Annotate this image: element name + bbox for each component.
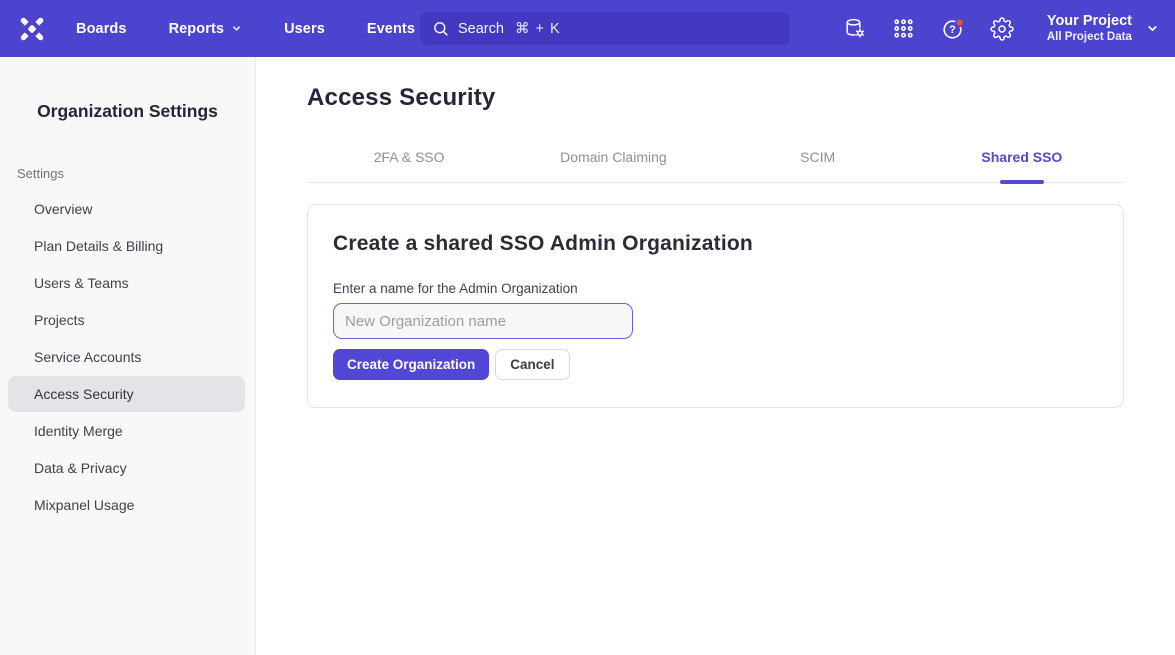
sidebar-item-data-privacy[interactable]: Data & Privacy (8, 450, 245, 486)
topbar-right-cluster: ? Your Project All Project Data (843, 0, 1159, 57)
svg-text:?: ? (949, 24, 956, 36)
top-navigation-bar: Boards Reports Users Events Search ⌘ + K (0, 0, 1175, 57)
page-title: Access Security (307, 84, 1124, 112)
tab-label: Domain Claiming (560, 149, 667, 165)
tab-label: 2FA & SSO (374, 149, 445, 165)
nav-boards-label: Boards (76, 21, 127, 37)
sidebar-item-plan-details-billing[interactable]: Plan Details & Billing (8, 228, 245, 264)
search-placeholder: Search (458, 21, 504, 37)
create-shared-sso-card: Create a shared SSO Admin Organization E… (307, 204, 1124, 408)
nav-boards[interactable]: Boards (76, 21, 127, 37)
sidebar-item-label: Identity Merge (34, 423, 123, 439)
project-name: Your Project (1047, 12, 1132, 30)
tab-2fa-sso[interactable]: 2FA & SSO (307, 139, 511, 182)
cancel-button[interactable]: Cancel (495, 349, 569, 380)
sidebar-item-mixpanel-usage[interactable]: Mixpanel Usage (8, 487, 245, 523)
settings-gear-icon[interactable] (990, 17, 1014, 41)
project-switcher[interactable]: Your Project All Project Data (1047, 12, 1159, 45)
org-name-input[interactable] (333, 303, 633, 339)
create-organization-button[interactable]: Create Organization (333, 349, 489, 380)
project-scope: All Project Data (1047, 30, 1132, 44)
notification-badge (956, 18, 964, 26)
active-tab-indicator (1000, 180, 1044, 184)
tab-domain-claiming[interactable]: Domain Claiming (511, 139, 715, 182)
sidebar-item-projects[interactable]: Projects (8, 302, 245, 338)
apps-grid-icon[interactable] (892, 17, 916, 41)
sidebar-item-label: Plan Details & Billing (34, 238, 163, 254)
primary-nav: Boards Reports Users Events (76, 21, 415, 37)
nav-reports[interactable]: Reports (169, 21, 243, 37)
nav-reports-label: Reports (169, 21, 225, 37)
nav-events-label: Events (367, 21, 415, 37)
nav-events[interactable]: Events (367, 21, 415, 37)
sidebar-item-label: Service Accounts (34, 349, 141, 365)
sidebar-item-identity-merge[interactable]: Identity Merge (8, 413, 245, 449)
nav-users[interactable]: Users (284, 21, 325, 37)
main-content: Access Security 2FA & SSO Domain Claimin… (256, 57, 1175, 655)
global-search-input[interactable]: Search ⌘ + K (420, 12, 790, 45)
search-shortcut-hint: ⌘ + K (515, 21, 561, 37)
mixpanel-logo[interactable] (0, 12, 64, 46)
sidebar-title: Organization Settings (0, 101, 255, 122)
data-management-icon[interactable] (843, 17, 867, 41)
access-security-tabs: 2FA & SSO Domain Claiming SCIM Shared SS… (307, 139, 1124, 183)
sidebar-item-label: Users & Teams (34, 275, 129, 291)
sidebar-item-label: Mixpanel Usage (34, 497, 134, 513)
settings-sidebar: Organization Settings Settings Overview … (0, 57, 256, 655)
tab-label: SCIM (800, 149, 835, 165)
tab-scim[interactable]: SCIM (716, 139, 920, 182)
card-actions: Create Organization Cancel (333, 349, 1095, 380)
nav-users-label: Users (284, 21, 325, 37)
chevron-down-icon (231, 23, 242, 34)
help-icon[interactable]: ? (941, 17, 965, 41)
sidebar-item-users-teams[interactable]: Users & Teams (8, 265, 245, 301)
sidebar-group-label: Settings (17, 166, 255, 181)
sidebar-item-label: Access Security (34, 386, 134, 402)
search-icon (432, 20, 449, 37)
card-title: Create a shared SSO Admin Organization (333, 232, 1095, 256)
tab-shared-sso[interactable]: Shared SSO (920, 139, 1124, 182)
sidebar-item-label: Data & Privacy (34, 460, 127, 476)
sidebar-item-overview[interactable]: Overview (8, 191, 245, 227)
chevron-down-icon (1146, 22, 1159, 35)
sidebar-item-service-accounts[interactable]: Service Accounts (8, 339, 245, 375)
org-name-label: Enter a name for the Admin Organization (333, 281, 1095, 296)
sidebar-item-label: Projects (34, 312, 85, 328)
tab-label: Shared SSO (981, 149, 1062, 165)
sidebar-item-access-security[interactable]: Access Security (8, 376, 245, 412)
sidebar-item-label: Overview (34, 201, 92, 217)
